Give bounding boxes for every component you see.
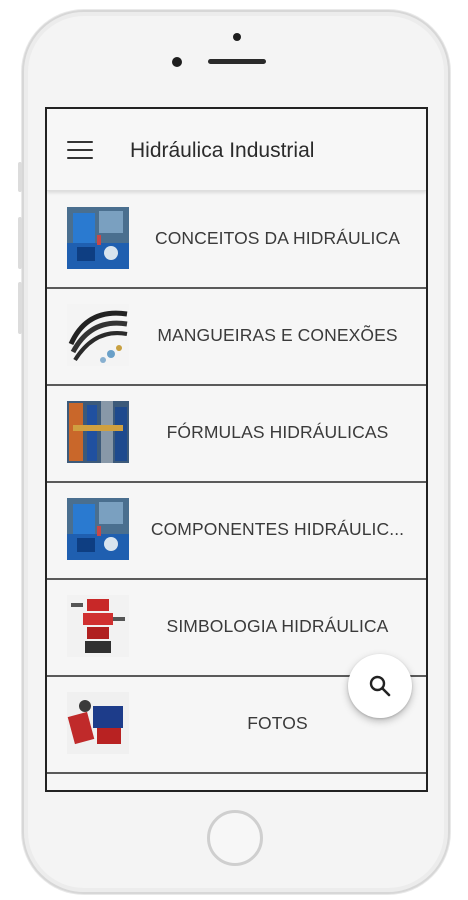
list-item-partial[interactable] <box>47 774 426 790</box>
list-item-label: MANGUEIRAS E CONEXÕES <box>157 325 398 345</box>
hydraulic-unit-thumbnail <box>67 207 129 269</box>
front-camera <box>233 33 241 41</box>
search-fab[interactable] <box>348 654 412 718</box>
list-item-label: COMPONENTES HIDRÁULIC... <box>150 519 405 539</box>
hydraulic-cylinders-thumbnail <box>67 401 129 463</box>
list-item-label: SIMBOLOGIA HIDRÁULICA <box>166 616 389 636</box>
partial-thumbnail <box>67 789 129 790</box>
search-icon <box>369 675 391 697</box>
valve-stack-thumbnail <box>67 595 129 657</box>
list-item-conceitos[interactable]: CONCEITOS DA HIDRÁULICA <box>47 192 426 289</box>
hamburger-menu-icon[interactable] <box>67 141 93 159</box>
list-item-label: CONCEITOS DA HIDRÁULICA <box>154 228 401 248</box>
phone-volume-up-button <box>18 217 22 269</box>
home-button[interactable] <box>207 810 263 866</box>
hydraulic-parts-thumbnail <box>67 692 129 754</box>
app-bar: Hidráulica Industrial <box>47 109 426 191</box>
list-item-mangueiras[interactable]: MANGUEIRAS E CONEXÕES <box>47 289 426 386</box>
phone-volume-down-button <box>18 282 22 334</box>
phone-side-button <box>18 162 22 192</box>
app-title: Hidráulica Industrial <box>130 139 315 162</box>
hoses-thumbnail <box>67 304 129 366</box>
list-item-formulas[interactable]: FÓRMULAS HIDRÁULICAS <box>47 386 426 483</box>
app-screen: Hidráulica Industrial CONCEITOS DA HIDRÁ… <box>45 107 428 792</box>
earpiece-speaker <box>208 59 266 64</box>
list-item-label: FÓRMULAS HIDRÁULICAS <box>166 422 389 442</box>
list-item-componentes[interactable]: COMPONENTES HIDRÁULIC... <box>47 483 426 580</box>
proximity-sensor <box>172 57 182 67</box>
hydraulic-unit-thumbnail <box>67 498 129 560</box>
